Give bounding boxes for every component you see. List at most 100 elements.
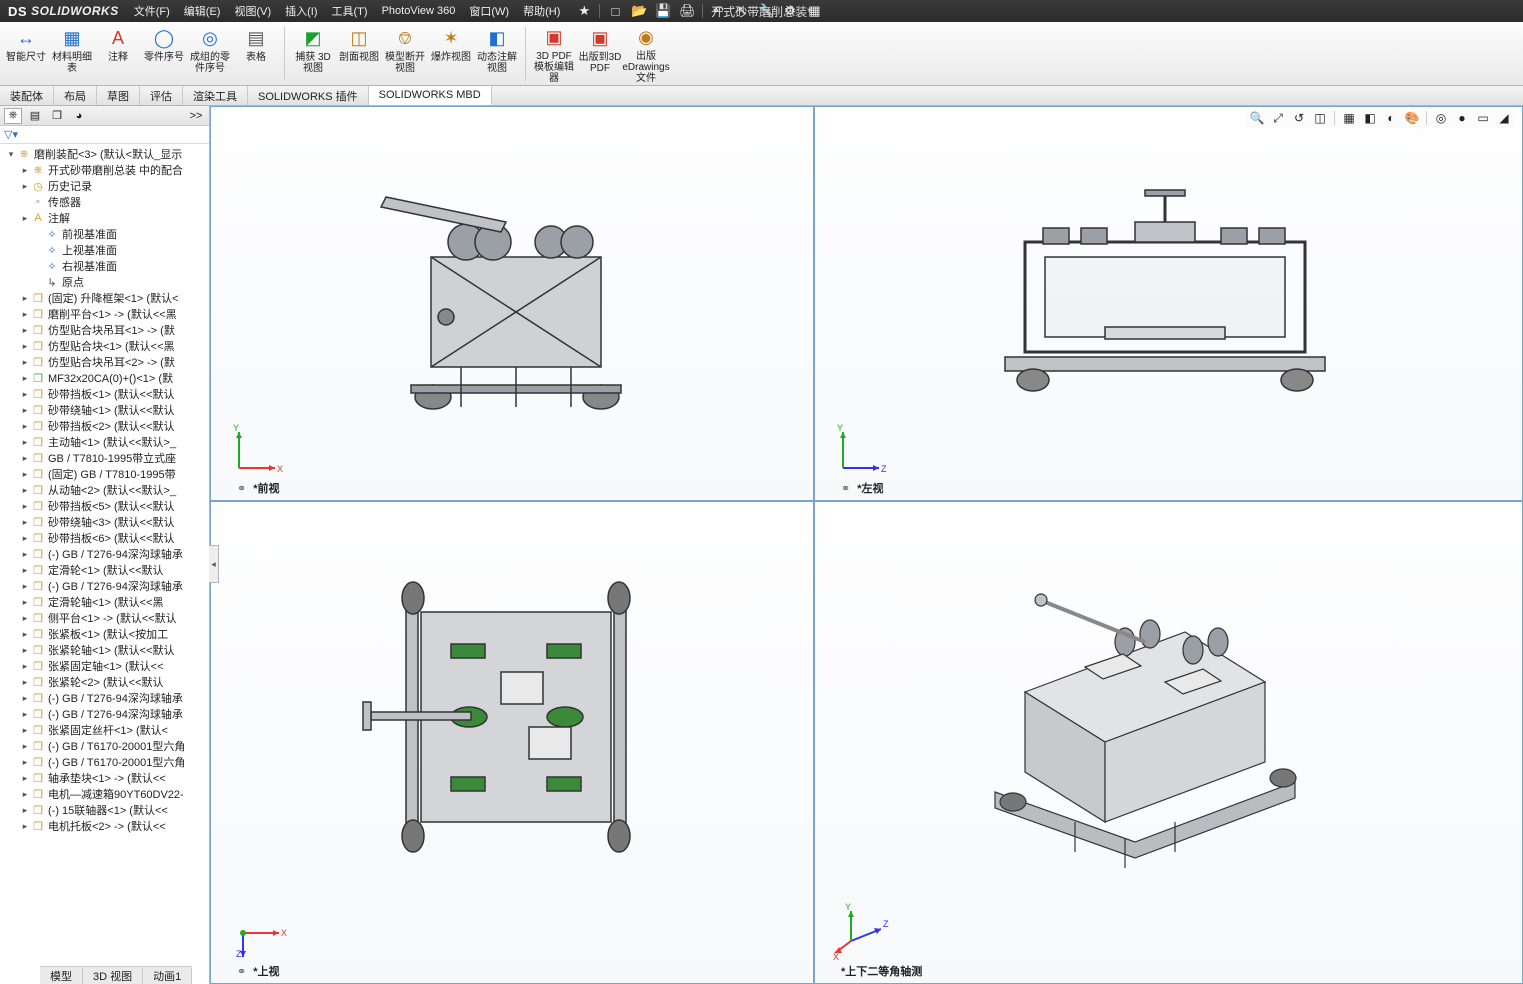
section-view-button[interactable]: ◫剖面视图 — [337, 24, 381, 84]
tree-item[interactable]: ▸❒仿型贴合块<1> (默认<<黑 — [2, 338, 209, 354]
render-icon[interactable]: ● — [1453, 109, 1471, 127]
search-icon[interactable]: ★ — [573, 2, 595, 20]
tree-item[interactable]: ▸❒电机—减速箱90YT60DV22- — [2, 786, 209, 802]
display-style-icon[interactable]: ◧ — [1361, 109, 1379, 127]
tab-布局[interactable]: 布局 — [54, 86, 97, 105]
tree-item[interactable]: ▸❒张紧固定轴<1> (默认<< — [2, 658, 209, 674]
open-icon[interactable]: 📂 — [628, 2, 650, 20]
section-icon[interactable]: ◫ — [1311, 109, 1329, 127]
prev-view-icon[interactable]: ↺ — [1290, 109, 1308, 127]
tree-item[interactable]: ▸❒张紧板<1> (默认<按加工 — [2, 626, 209, 642]
tree-twisty[interactable]: ▸ — [20, 421, 30, 432]
tree-twisty[interactable]: ▸ — [20, 533, 30, 544]
appearance-icon[interactable]: 🎨 — [1403, 109, 1421, 127]
tree-twisty[interactable]: ▸ — [20, 565, 30, 576]
menu-工具(T)[interactable]: 工具(T) — [325, 0, 375, 22]
tree-item[interactable]: ▸❒张紧轮<2> (默认<<默认 — [2, 674, 209, 690]
tab-SOLIDWORKS MBD[interactable]: SOLIDWORKS MBD — [369, 86, 492, 105]
tree-item[interactable]: ▸❒砂带挡板<2> (默认<<默认 — [2, 418, 209, 434]
tree-item[interactable]: ▸❒(固定) 升降框架<1> (默认< — [2, 290, 209, 306]
tree-item[interactable]: ▸❒仿型贴合块吊耳<2> -> (默 — [2, 354, 209, 370]
tree-item[interactable]: ▸❒(-) GB / T276-94深沟球轴承 — [2, 578, 209, 594]
tree-item[interactable]: ▸❒定滑轮<1> (默认<<默认 — [2, 562, 209, 578]
new-icon[interactable]: □ — [604, 2, 626, 20]
tree-twisty[interactable]: ▸ — [20, 757, 30, 768]
tree-twisty[interactable]: ▸ — [20, 213, 30, 224]
tree-item[interactable]: ▸❒砂带挡板<5> (默认<<默认 — [2, 498, 209, 514]
menu-插入(I)[interactable]: 插入(I) — [278, 0, 324, 22]
viewport-left[interactable]: ZY ⚭ *左视 — [814, 106, 1523, 501]
dynamic-annotation-button[interactable]: ◧动态注解视图 — [475, 24, 519, 84]
menu-窗口(W)[interactable]: 窗口(W) — [462, 0, 516, 22]
tree-item[interactable]: ▸❒(固定) GB / T7810-1995带 — [2, 466, 209, 482]
menu-帮助(H)[interactable]: 帮助(H) — [516, 0, 567, 22]
tree-twisty[interactable]: ▸ — [20, 581, 30, 592]
tree-item[interactable]: ↳原点 — [2, 274, 209, 290]
property-tab[interactable]: ▤ — [26, 108, 44, 124]
menu-编辑(E)[interactable]: 编辑(E) — [177, 0, 228, 22]
tree-item[interactable]: ▸❒砂带绕轴<1> (默认<<默认 — [2, 402, 209, 418]
tab-评估[interactable]: 评估 — [140, 86, 183, 105]
feature-tree-tab[interactable]: ⎈ — [4, 108, 22, 124]
tab-草图[interactable]: 草图 — [97, 86, 140, 105]
3d-pdf-template-button[interactable]: ▣3D PDF模板编辑器 — [532, 24, 576, 84]
tree-twisty[interactable]: ▸ — [20, 437, 30, 448]
tree-twisty[interactable]: ▸ — [20, 389, 30, 400]
tree-twisty[interactable]: ▸ — [20, 709, 30, 720]
tree-twisty[interactable]: ▸ — [20, 373, 30, 384]
tree-item[interactable]: ▸A注解 — [2, 210, 209, 226]
tree-twisty[interactable]: ▾ — [6, 149, 16, 160]
tree-item[interactable]: ▸❒砂带挡板<6> (默认<<默认 — [2, 530, 209, 546]
bottom-tab-动画1[interactable]: 动画1 — [143, 968, 192, 984]
tree-item[interactable]: ▸❒(-) 15联轴器<1> (默认<< — [2, 802, 209, 818]
view-orient-icon[interactable]: ▦ — [1340, 109, 1358, 127]
tree-filter[interactable]: ▽▾ — [0, 126, 209, 144]
tree-twisty[interactable]: ▸ — [20, 789, 30, 800]
tree-item[interactable]: ✧上视基准面 — [2, 242, 209, 258]
menu-视图(V)[interactable]: 视图(V) — [227, 0, 278, 22]
tree-twisty[interactable]: ▸ — [20, 341, 30, 352]
tree-twisty[interactable]: ▸ — [20, 469, 30, 480]
note-button[interactable]: A注释 — [96, 24, 140, 84]
tree-twisty[interactable]: ▸ — [20, 517, 30, 528]
tree-item[interactable]: ▸❒(-) GB / T276-94深沟球轴承 — [2, 706, 209, 722]
tree-twisty[interactable]: ▸ — [20, 453, 30, 464]
bottom-tab-3D 视图[interactable]: 3D 视图 — [83, 968, 143, 984]
publish-edrawings-button[interactable]: ◉出版eDrawings文件 — [624, 24, 668, 84]
viewport-top[interactable]: XZ ⚭ *上视 — [210, 501, 814, 984]
publish-3dpdf-button[interactable]: ▣出版到3D PDF — [578, 24, 622, 84]
tree-item[interactable]: ▸❒电机托板<2> -> (默认<< — [2, 818, 209, 834]
tree-item[interactable]: ▸❒侧平台<1> -> (默认<<默认 — [2, 610, 209, 626]
tree-item[interactable]: ▸❒(-) GB / T276-94深沟球轴承 — [2, 690, 209, 706]
tree-twisty[interactable]: ▸ — [20, 661, 30, 672]
tree-item[interactable]: ▸❒主动轴<1> (默认<<默认>_ — [2, 434, 209, 450]
tree-item[interactable]: ▸❒从动轴<2> (默认<<默认>_ — [2, 482, 209, 498]
tree-twisty[interactable]: ▸ — [20, 613, 30, 624]
tree-twisty[interactable]: ▸ — [20, 325, 30, 336]
balloon-button[interactable]: ◯零件序号 — [142, 24, 186, 84]
tree-twisty[interactable]: ▸ — [20, 805, 30, 816]
config-tab[interactable]: ❐ — [48, 108, 66, 124]
tree-twisty[interactable]: ▸ — [20, 165, 30, 176]
tree-item[interactable]: ✧前视基准面 — [2, 226, 209, 242]
bottom-tab-模型[interactable]: 模型 — [40, 968, 83, 984]
tree-item[interactable]: ✧右视基准面 — [2, 258, 209, 274]
tree-twisty[interactable]: ▸ — [20, 597, 30, 608]
bom-button[interactable]: ▦材料明细表 — [50, 24, 94, 84]
tree-item[interactable]: ▸❒磨削平台<1> -> (默认<<黑 — [2, 306, 209, 322]
tree-twisty[interactable]: ▸ — [20, 405, 30, 416]
tree-expand-button[interactable]: >> — [187, 108, 205, 124]
tree-twisty[interactable]: ▸ — [20, 693, 30, 704]
tab-渲染工具[interactable]: 渲染工具 — [183, 86, 248, 105]
tree-item[interactable]: ▸❒定滑轮轴<1> (默认<<黑 — [2, 594, 209, 610]
exploded-view-button[interactable]: ✶爆炸视图 — [429, 24, 473, 84]
scene-icon[interactable]: ◎ — [1432, 109, 1450, 127]
viewport-iso[interactable]: ZYX *上下二等角轴测 — [814, 501, 1523, 984]
wireframe-icon[interactable]: ▭ — [1474, 109, 1492, 127]
tree-twisty[interactable]: ▸ — [20, 629, 30, 640]
tree-item[interactable]: ▸❒(-) GB / T276-94深沟球轴承 — [2, 546, 209, 562]
tree-twisty[interactable]: ▸ — [20, 293, 30, 304]
tree-item[interactable]: ▸❒仿型贴合块吊耳<1> -> (默 — [2, 322, 209, 338]
tree-twisty[interactable]: ▸ — [20, 357, 30, 368]
feature-tree[interactable]: ▾⎈磨削装配<3> (默认<默认_显示▸⎈开式砂带磨削总装 中的配合▸◷历史记录… — [0, 144, 209, 984]
